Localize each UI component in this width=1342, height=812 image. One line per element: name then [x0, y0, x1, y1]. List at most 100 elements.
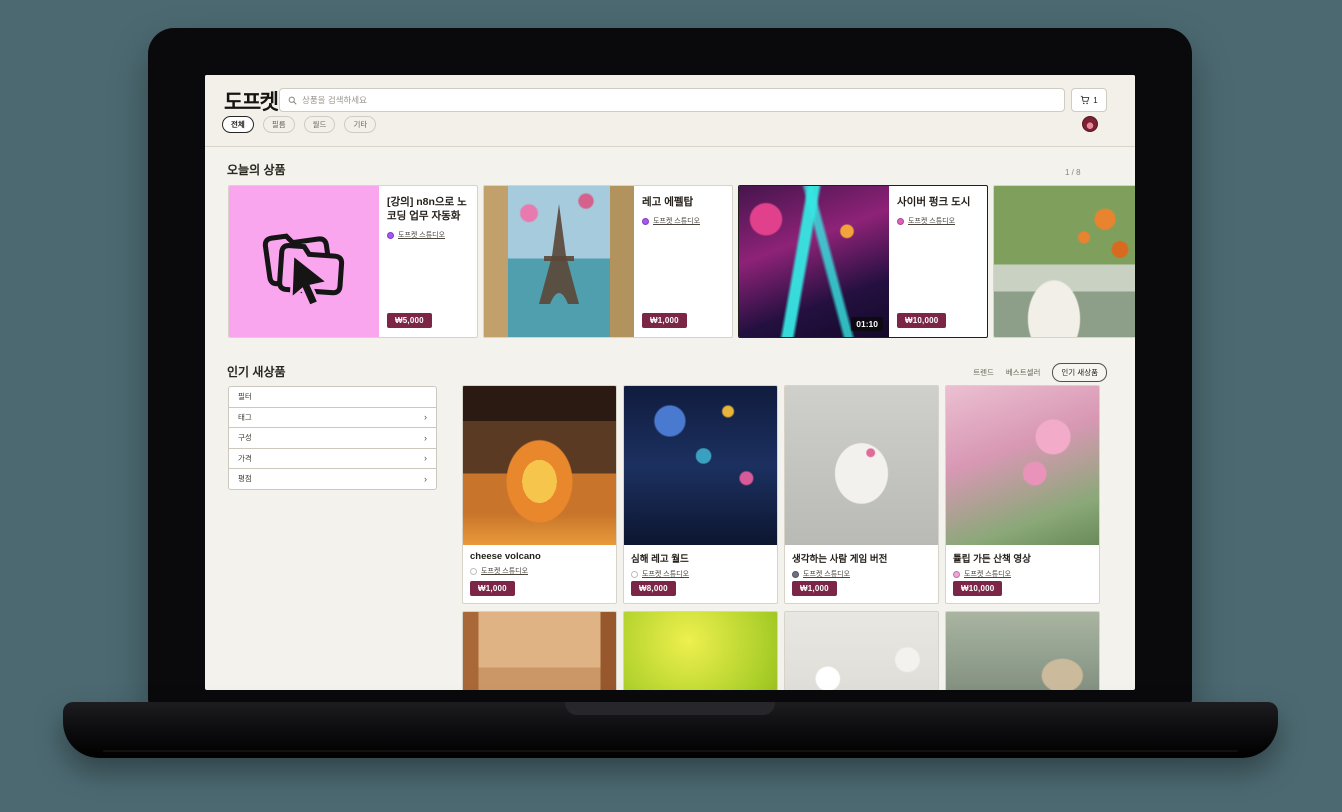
chevron-right-icon: › — [424, 474, 427, 484]
filter-header: 필터 — [228, 386, 437, 408]
studio-link[interactable]: 도프켓 스튜디오 — [642, 569, 689, 579]
studio-dot — [792, 571, 799, 578]
cart-button[interactable]: 1 — [1071, 88, 1107, 112]
filter-item-price[interactable]: 가격 › — [228, 448, 437, 470]
search-icon — [288, 96, 297, 105]
price-badge: ₩5,000 — [387, 313, 432, 328]
filter-item-label: 태그 — [238, 412, 252, 423]
studio-dot — [470, 568, 477, 575]
product-card-bird-sculpture[interactable] — [945, 611, 1100, 690]
product-image-bird-sculpture — [946, 612, 1099, 690]
product-info: 사이버 펑크 도시 도프켓 스튜디오 ₩10,000 — [889, 186, 987, 337]
user-avatar[interactable] — [1082, 116, 1098, 132]
product-card-orange-room[interactable] — [462, 611, 617, 690]
product-card-deep-sea-lego[interactable]: 심해 레고 월드 도프켓 스튜디오 ₩8,000 — [623, 385, 778, 604]
today-carousel: [강의] n8n으로 노코딩 업무 자동화 도프켓 스튜디오 ₩5,000 — [228, 185, 1135, 340]
cart-icon — [1080, 95, 1090, 105]
product-title: 심해 레고 월드 — [631, 551, 770, 565]
laptop-bezel: 도프켓 1 전체 — [148, 28, 1192, 704]
site-logo[interactable]: 도프켓 — [224, 86, 277, 116]
product-title: 생각하는 사람 게임 버전 — [792, 551, 931, 565]
search-input[interactable] — [302, 95, 1056, 105]
studio-dot — [631, 571, 638, 578]
popular-product-grid: cheese volcano 도프켓 스튜디오 ₩1,000 심해 레고 월드 — [462, 385, 1112, 690]
chevron-right-icon: › — [424, 453, 427, 463]
chip-all[interactable]: 전체 — [222, 116, 254, 133]
chip-film[interactable]: 필름 — [263, 116, 295, 133]
laptop-base-edge — [103, 750, 1238, 752]
eiffel-tower-illustration-icon — [484, 186, 634, 338]
studio-row[interactable]: 도프켓 스튜디오 — [631, 569, 770, 579]
search-bar[interactable] — [279, 88, 1065, 112]
price-badge: ₩10,000 — [897, 313, 946, 328]
product-title: cheese volcano — [470, 551, 609, 562]
popular-tab-row: 트렌드 베스트셀러 인기 새상품 — [975, 364, 1107, 381]
product-card-cheese-volcano[interactable]: cheese volcano 도프켓 스튜디오 ₩1,000 — [462, 385, 617, 604]
product-image-cyberpunk-city: 01:10 — [739, 186, 889, 337]
category-chip-row: 전체 필름 월드 기타 — [222, 116, 376, 133]
product-image-tulip-garden — [946, 386, 1099, 545]
price-badge: ₩1,000 — [792, 581, 837, 596]
filter-header-label: 필터 — [238, 391, 252, 402]
chip-etc[interactable]: 기타 — [344, 116, 376, 133]
product-image-cheese-volcano — [463, 386, 616, 545]
studio-row[interactable]: 도프켓 스튜디오 — [387, 230, 469, 240]
price-badge: ₩8,000 — [631, 581, 676, 596]
product-card-thinker-game[interactable]: 생각하는 사람 게임 버전 도프켓 스튜디오 ₩1,000 — [784, 385, 939, 604]
studio-dot — [953, 571, 960, 578]
studio-row[interactable]: 도프켓 스튜디오 — [792, 569, 931, 579]
filter-item-rating[interactable]: 평점 › — [228, 468, 437, 490]
product-image-pink-folder-cursor — [229, 186, 379, 337]
studio-link[interactable]: 도프켓 스튜디오 — [653, 216, 700, 226]
folder-cursor-illustration-icon — [249, 207, 359, 317]
product-image-deep-sea-lego — [624, 386, 777, 545]
product-image-yellow-green-abstract — [624, 612, 777, 690]
tab-bestseller[interactable]: 베스트셀러 — [1006, 367, 1041, 378]
product-info: 생각하는 사람 게임 버전 도프켓 스튜디오 ₩1,000 — [785, 545, 938, 603]
filter-item-tag[interactable]: 태그 › — [228, 407, 437, 429]
cart-count-badge: 1 — [1093, 96, 1097, 105]
studio-link[interactable]: 도프켓 스튜디오 — [964, 569, 1011, 579]
today-section-title: 오늘의 상품 — [227, 161, 286, 178]
laptop-base-notch — [565, 702, 775, 715]
price-badge: ₩1,000 — [470, 581, 515, 596]
studio-row[interactable]: 도프켓 스튜디오 — [897, 216, 979, 226]
filter-panel: 필터 태그 › 구성 › 가격 › 평점 › — [228, 386, 437, 490]
studio-link[interactable]: 도프켓 스튜디오 — [481, 566, 528, 576]
studio-row[interactable]: 도프켓 스튜디오 — [953, 569, 1092, 579]
product-image-white-bokeh — [785, 612, 938, 690]
today-carousel-pagination: 1 / 8 — [1065, 168, 1081, 177]
chevron-right-icon: › — [424, 433, 427, 443]
today-card-n8n[interactable]: [강의] n8n으로 노코딩 업무 자동화 도프켓 스튜디오 ₩5,000 — [228, 185, 478, 338]
tab-trend[interactable]: 트렌드 — [973, 367, 994, 378]
site-header: 도프켓 1 전체 — [205, 75, 1135, 147]
product-image-paris-eiffel — [484, 186, 634, 337]
popular-section-title: 인기 새상품 — [227, 363, 286, 380]
chevron-right-icon: › — [424, 412, 427, 422]
studio-row[interactable]: 도프켓 스튜디오 — [470, 566, 609, 576]
studio-link[interactable]: 도프켓 스튜디오 — [398, 230, 445, 240]
filter-item-composition[interactable]: 구성 › — [228, 427, 437, 449]
today-card-balcony-garden[interactable] — [993, 185, 1135, 338]
product-info: cheese volcano 도프켓 스튜디오 ₩1,000 — [463, 545, 616, 603]
filter-item-label: 가격 — [238, 453, 252, 464]
product-title: 사이버 펑크 도시 — [897, 195, 979, 209]
studio-dot — [897, 218, 904, 225]
studio-link[interactable]: 도프켓 스튜디오 — [908, 216, 955, 226]
video-duration-badge: 01:10 — [851, 317, 883, 331]
product-title: 레고 에펠탑 — [642, 195, 724, 209]
today-card-eiffel[interactable]: 레고 에펠탑 도프켓 스튜디오 ₩1,000 — [483, 185, 733, 338]
laptop-base — [63, 702, 1278, 758]
studio-row[interactable]: 도프켓 스튜디오 — [642, 216, 724, 226]
today-card-cyberpunk[interactable]: 01:10 사이버 펑크 도시 도프켓 스튜디오 ₩10,000 — [738, 185, 988, 338]
product-info: 튤립 가든 산책 영상 도프켓 스튜디오 ₩10,000 — [946, 545, 1099, 603]
chip-world[interactable]: 월드 — [304, 116, 336, 133]
tab-popular-new[interactable]: 인기 새상품 — [1052, 363, 1107, 382]
studio-link[interactable]: 도프켓 스튜디오 — [803, 569, 850, 579]
product-card-tulip-garden[interactable]: 튤립 가든 산책 영상 도프켓 스튜디오 ₩10,000 — [945, 385, 1100, 604]
product-card-yellow-green[interactable] — [623, 611, 778, 690]
filter-item-label: 평점 — [238, 473, 252, 484]
product-image-orange-room — [463, 612, 616, 690]
product-card-bokeh[interactable] — [784, 611, 939, 690]
product-title: [강의] n8n으로 노코딩 업무 자동화 — [387, 195, 469, 223]
